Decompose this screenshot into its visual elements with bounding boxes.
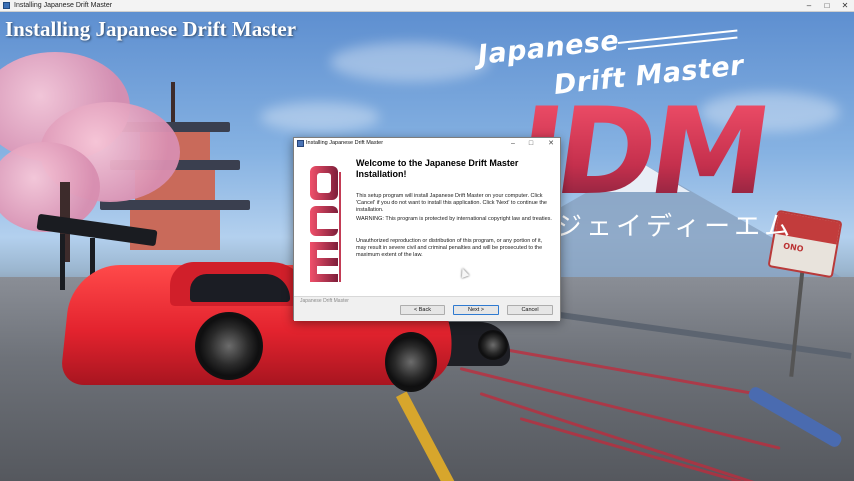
close-button[interactable]: ✕	[836, 0, 854, 11]
next-button[interactable]: Next >	[453, 305, 499, 315]
warning-paragraph: WARNING: This program is protected by in…	[356, 216, 552, 222]
side-banner	[302, 156, 342, 292]
dialog-title: Installing Japanese Drift Master	[306, 140, 384, 146]
pagoda-roof	[100, 200, 250, 210]
maximize-button[interactable]: □	[818, 0, 836, 11]
page-heading: Installing Japanese Drift Master	[5, 17, 297, 41]
sign-text: ONO	[782, 241, 805, 254]
logo-katakana: ジェイディーエム	[556, 212, 795, 242]
cloud	[330, 42, 490, 82]
installer-icon	[297, 140, 304, 147]
window-title: Installing Japanese Drift Master	[14, 2, 113, 9]
cancel-button[interactable]: Cancel	[507, 305, 553, 315]
window-titlebar: Installing Japanese Drift Master – □ ✕	[0, 0, 854, 12]
brand-label: Japanese Drift Master	[300, 298, 349, 304]
dialog-maximize-button[interactable]: □	[524, 138, 538, 149]
spoiler-strut	[60, 234, 65, 290]
jdm-logo-icon	[310, 166, 341, 282]
dialog-heading: Welcome to the Japanese Drift Master Ins…	[356, 158, 519, 179]
dialog-minimize-button[interactable]: –	[506, 138, 520, 149]
dialog-titlebar: Installing Japanese Drift Master – □ ✕	[294, 138, 560, 150]
back-button[interactable]: < Back	[400, 305, 445, 315]
app-icon	[3, 2, 10, 9]
pagoda-spire	[171, 82, 175, 122]
cloud	[260, 102, 380, 132]
legal-paragraph: Unauthorized reproduction or distributio…	[356, 238, 543, 258]
intro-paragraph: This setup program will install Japanese…	[356, 193, 547, 213]
front-wheel	[195, 312, 263, 380]
red-car-window	[190, 274, 290, 302]
dialog-content: Welcome to the Japanese Drift Master Ins…	[294, 150, 560, 296]
dialog-footer: Japanese Drift Master < Back Next > Canc…	[294, 296, 560, 321]
dialog-close-button[interactable]: ✕	[544, 138, 558, 149]
installer-dialog: Installing Japanese Drift Master – □ ✕ W…	[293, 137, 561, 321]
rear-wheel	[385, 332, 437, 392]
black-car-wheel	[478, 330, 508, 360]
minimize-button[interactable]: –	[800, 0, 818, 11]
